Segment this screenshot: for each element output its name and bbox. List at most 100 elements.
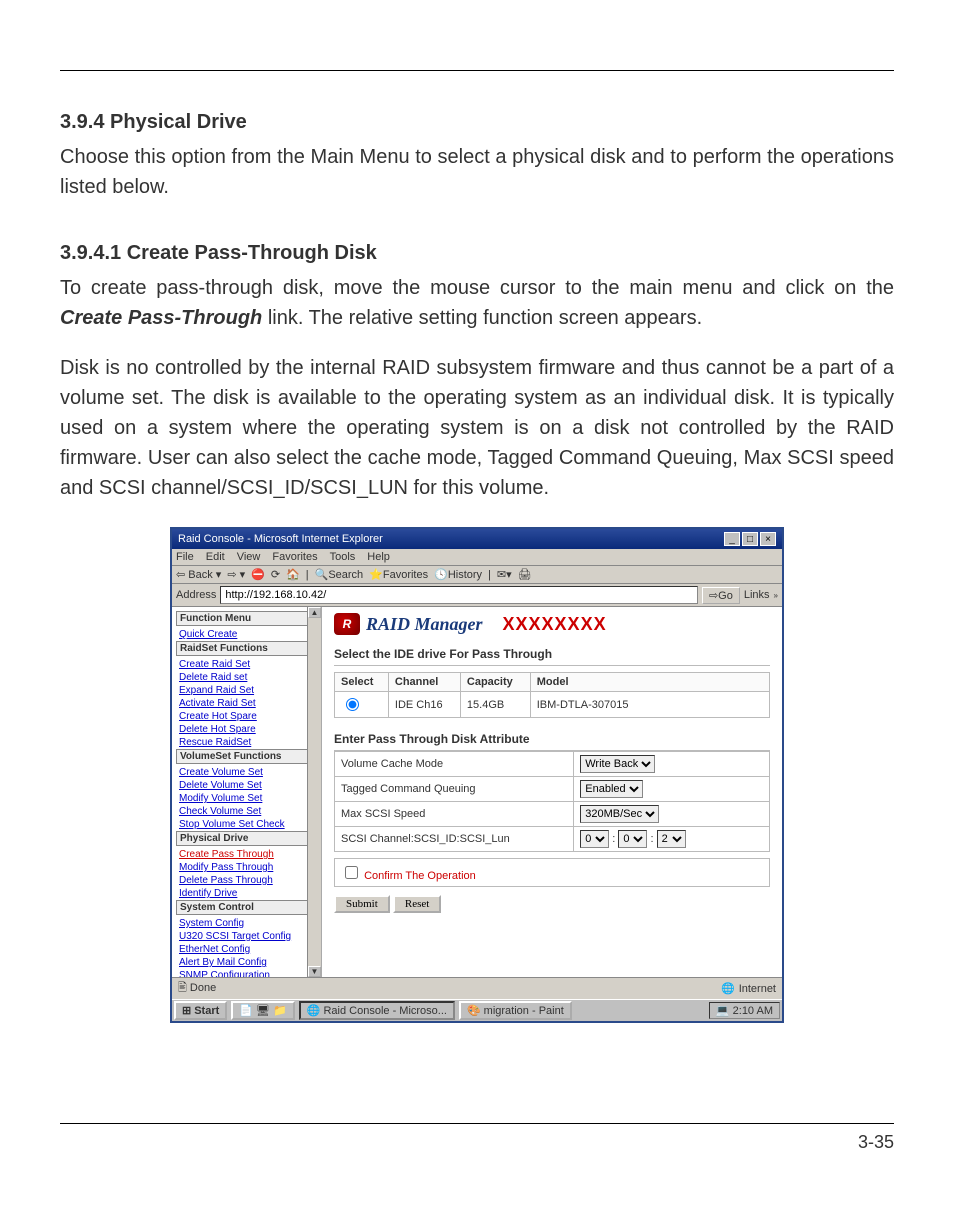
- sidebar-expand-raidset[interactable]: Expand Raid Set: [176, 684, 317, 697]
- scsi-label: SCSI Channel:SCSI_ID:SCSI_Lun: [335, 827, 574, 852]
- menu-tools[interactable]: Tools: [330, 551, 356, 563]
- stop-icon[interactable]: ⛔: [251, 568, 265, 581]
- scsi-ch-select[interactable]: 0: [580, 830, 609, 848]
- windows-icon: ⊞: [182, 1004, 191, 1017]
- tcq-label: Tagged Command Queuing: [335, 777, 574, 802]
- drive-model: IBM-DTLA-307015: [530, 692, 769, 718]
- task-paint[interactable]: 🎨 migration - Paint: [459, 1001, 572, 1020]
- home-icon[interactable]: 🏠: [286, 568, 300, 581]
- create-pass-through-bold: Create Pass-Through: [60, 307, 262, 329]
- sidebar-quick-create[interactable]: Quick Create: [176, 628, 317, 641]
- tcq-select[interactable]: Enabled: [580, 780, 643, 798]
- sidebar-ethernet-config[interactable]: EtherNet Config: [176, 943, 317, 956]
- scsi-id-select[interactable]: 0: [618, 830, 647, 848]
- sidebar-stop-volcheck[interactable]: Stop Volume Set Check: [176, 818, 317, 831]
- confirm-checkbox[interactable]: [345, 866, 358, 879]
- submit-button[interactable]: Submit: [334, 895, 390, 913]
- status-done: 🖹 Done: [178, 979, 216, 998]
- sidebar-section-system: System Control: [176, 900, 317, 915]
- attr-title: Enter Pass Through Disk Attribute: [334, 728, 770, 751]
- select-drive-title: Select the IDE drive For Pass Through: [334, 643, 770, 666]
- sidebar-delete-volset[interactable]: Delete Volume Set: [176, 779, 317, 792]
- drive-table: Select Channel Capacity Model IDE Ch16 1…: [334, 672, 770, 718]
- quicklaunch[interactable]: 📄 🖥 📁: [231, 1001, 294, 1020]
- sidebar-modify-volset[interactable]: Modify Volume Set: [176, 792, 317, 805]
- menu-favorites[interactable]: Favorites: [272, 551, 317, 563]
- sidebar-scrollbar[interactable]: [307, 607, 321, 977]
- sidebar-modify-passthrough[interactable]: Modify Pass Through: [176, 861, 317, 874]
- history-button[interactable]: 🕓History: [434, 568, 482, 581]
- raid-logo-icon: R: [334, 613, 360, 635]
- confirm-label: Confirm The Operation: [364, 870, 476, 882]
- section-heading-1: 3.9.4 Physical Drive: [60, 111, 894, 134]
- close-button[interactable]: ×: [760, 532, 776, 546]
- maximize-button[interactable]: □: [742, 532, 758, 546]
- links-label[interactable]: Links: [744, 589, 770, 601]
- speed-select[interactable]: 320MB/Sec: [580, 805, 659, 823]
- menubar: File Edit View Favorites Tools Help: [172, 549, 782, 566]
- drive-capacity: 15.4GB: [460, 692, 530, 718]
- sidebar-section-physical: Physical Drive: [176, 831, 317, 846]
- col-model: Model: [530, 673, 769, 692]
- address-label: Address: [176, 589, 216, 601]
- reset-button[interactable]: Reset: [393, 895, 441, 913]
- sidebar-alert-mail[interactable]: Alert By Mail Config: [176, 956, 317, 969]
- cache-label: Volume Cache Mode: [335, 752, 574, 777]
- sidebar: Function Menu Quick Create RaidSet Funct…: [172, 607, 322, 977]
- sidebar-create-volset[interactable]: Create Volume Set: [176, 766, 317, 779]
- search-button[interactable]: 🔍Search: [315, 568, 364, 581]
- sidebar-delete-hotspare[interactable]: Delete Hot Spare: [176, 723, 317, 736]
- go-button[interactable]: ⇨Go: [702, 587, 740, 604]
- print-icon[interactable]: 🖨: [518, 568, 532, 581]
- forward-button[interactable]: ⇨ ▾: [227, 568, 245, 581]
- sidebar-rescue-raidset[interactable]: Rescue RaidSet: [176, 736, 317, 749]
- paragraph-2: To create pass-through disk, move the mo…: [60, 273, 894, 333]
- speed-label: Max SCSI Speed: [335, 802, 574, 827]
- window-buttons: _ □ ×: [724, 532, 776, 546]
- paragraph-1: Choose this option from the Main Menu to…: [60, 142, 894, 202]
- sidebar-snmp-config[interactable]: SNMP Configuration: [176, 969, 317, 977]
- favorites-button[interactable]: ⭐Favorites: [369, 568, 428, 581]
- sidebar-system-config[interactable]: System Config: [176, 917, 317, 930]
- sidebar-create-passthrough[interactable]: Create Pass Through: [176, 848, 317, 861]
- col-select: Select: [335, 673, 389, 692]
- drive-channel: IDE Ch16: [388, 692, 460, 718]
- mail-icon[interactable]: ✉▾: [497, 568, 512, 581]
- menu-edit[interactable]: Edit: [206, 551, 225, 563]
- scsi-lun-select[interactable]: 2: [657, 830, 686, 848]
- drive-row: IDE Ch16 15.4GB IBM-DTLA-307015: [335, 692, 770, 718]
- paragraph-3: Disk is no controlled by the internal RA…: [60, 353, 894, 503]
- window-title: Raid Console - Microsoft Internet Explor…: [178, 533, 383, 545]
- menu-view[interactable]: View: [237, 551, 261, 563]
- page-number: 3-35: [60, 1132, 894, 1153]
- main-panel: R RAID Manager XXXXXXXX Select the IDE d…: [322, 607, 782, 977]
- drive-select-radio[interactable]: [346, 698, 359, 711]
- col-channel: Channel: [388, 673, 460, 692]
- model-xs: XXXXXXXX: [503, 614, 607, 635]
- refresh-icon[interactable]: ⟳: [271, 568, 280, 581]
- sidebar-section-function: Function Menu: [176, 611, 317, 626]
- sidebar-delete-raidset[interactable]: Delete Raid set: [176, 671, 317, 684]
- section-heading-2: 3.9.4.1 Create Pass-Through Disk: [60, 242, 894, 265]
- sidebar-section-volumeset: VolumeSet Functions: [176, 749, 317, 764]
- status-internet: 🌐 Internet: [721, 979, 776, 998]
- sidebar-check-volset[interactable]: Check Volume Set: [176, 805, 317, 818]
- back-button[interactable]: ⇦ Back ▾: [176, 568, 221, 581]
- sidebar-delete-passthrough[interactable]: Delete Pass Through: [176, 874, 317, 887]
- task-raid-console[interactable]: 🌐 Raid Console - Microso...: [299, 1001, 455, 1020]
- address-input[interactable]: [220, 586, 698, 604]
- menu-file[interactable]: File: [176, 551, 194, 563]
- sidebar-scsi-target[interactable]: U320 SCSI Target Config: [176, 930, 317, 943]
- sidebar-activate-raidset[interactable]: Activate Raid Set: [176, 697, 317, 710]
- sidebar-create-hotspare[interactable]: Create Hot Spare: [176, 710, 317, 723]
- raid-manager-title: RAID Manager: [366, 614, 483, 635]
- menu-help[interactable]: Help: [367, 551, 390, 563]
- system-tray[interactable]: 💻 2:10 AM: [709, 1002, 780, 1019]
- col-capacity: Capacity: [460, 673, 530, 692]
- minimize-button[interactable]: _: [724, 532, 740, 546]
- clock: 2:10 AM: [733, 1005, 773, 1017]
- start-button[interactable]: ⊞Start: [174, 1001, 227, 1020]
- cache-select[interactable]: Write Back: [580, 755, 655, 773]
- sidebar-identify-drive[interactable]: Identify Drive: [176, 887, 317, 900]
- sidebar-create-raidset[interactable]: Create Raid Set: [176, 658, 317, 671]
